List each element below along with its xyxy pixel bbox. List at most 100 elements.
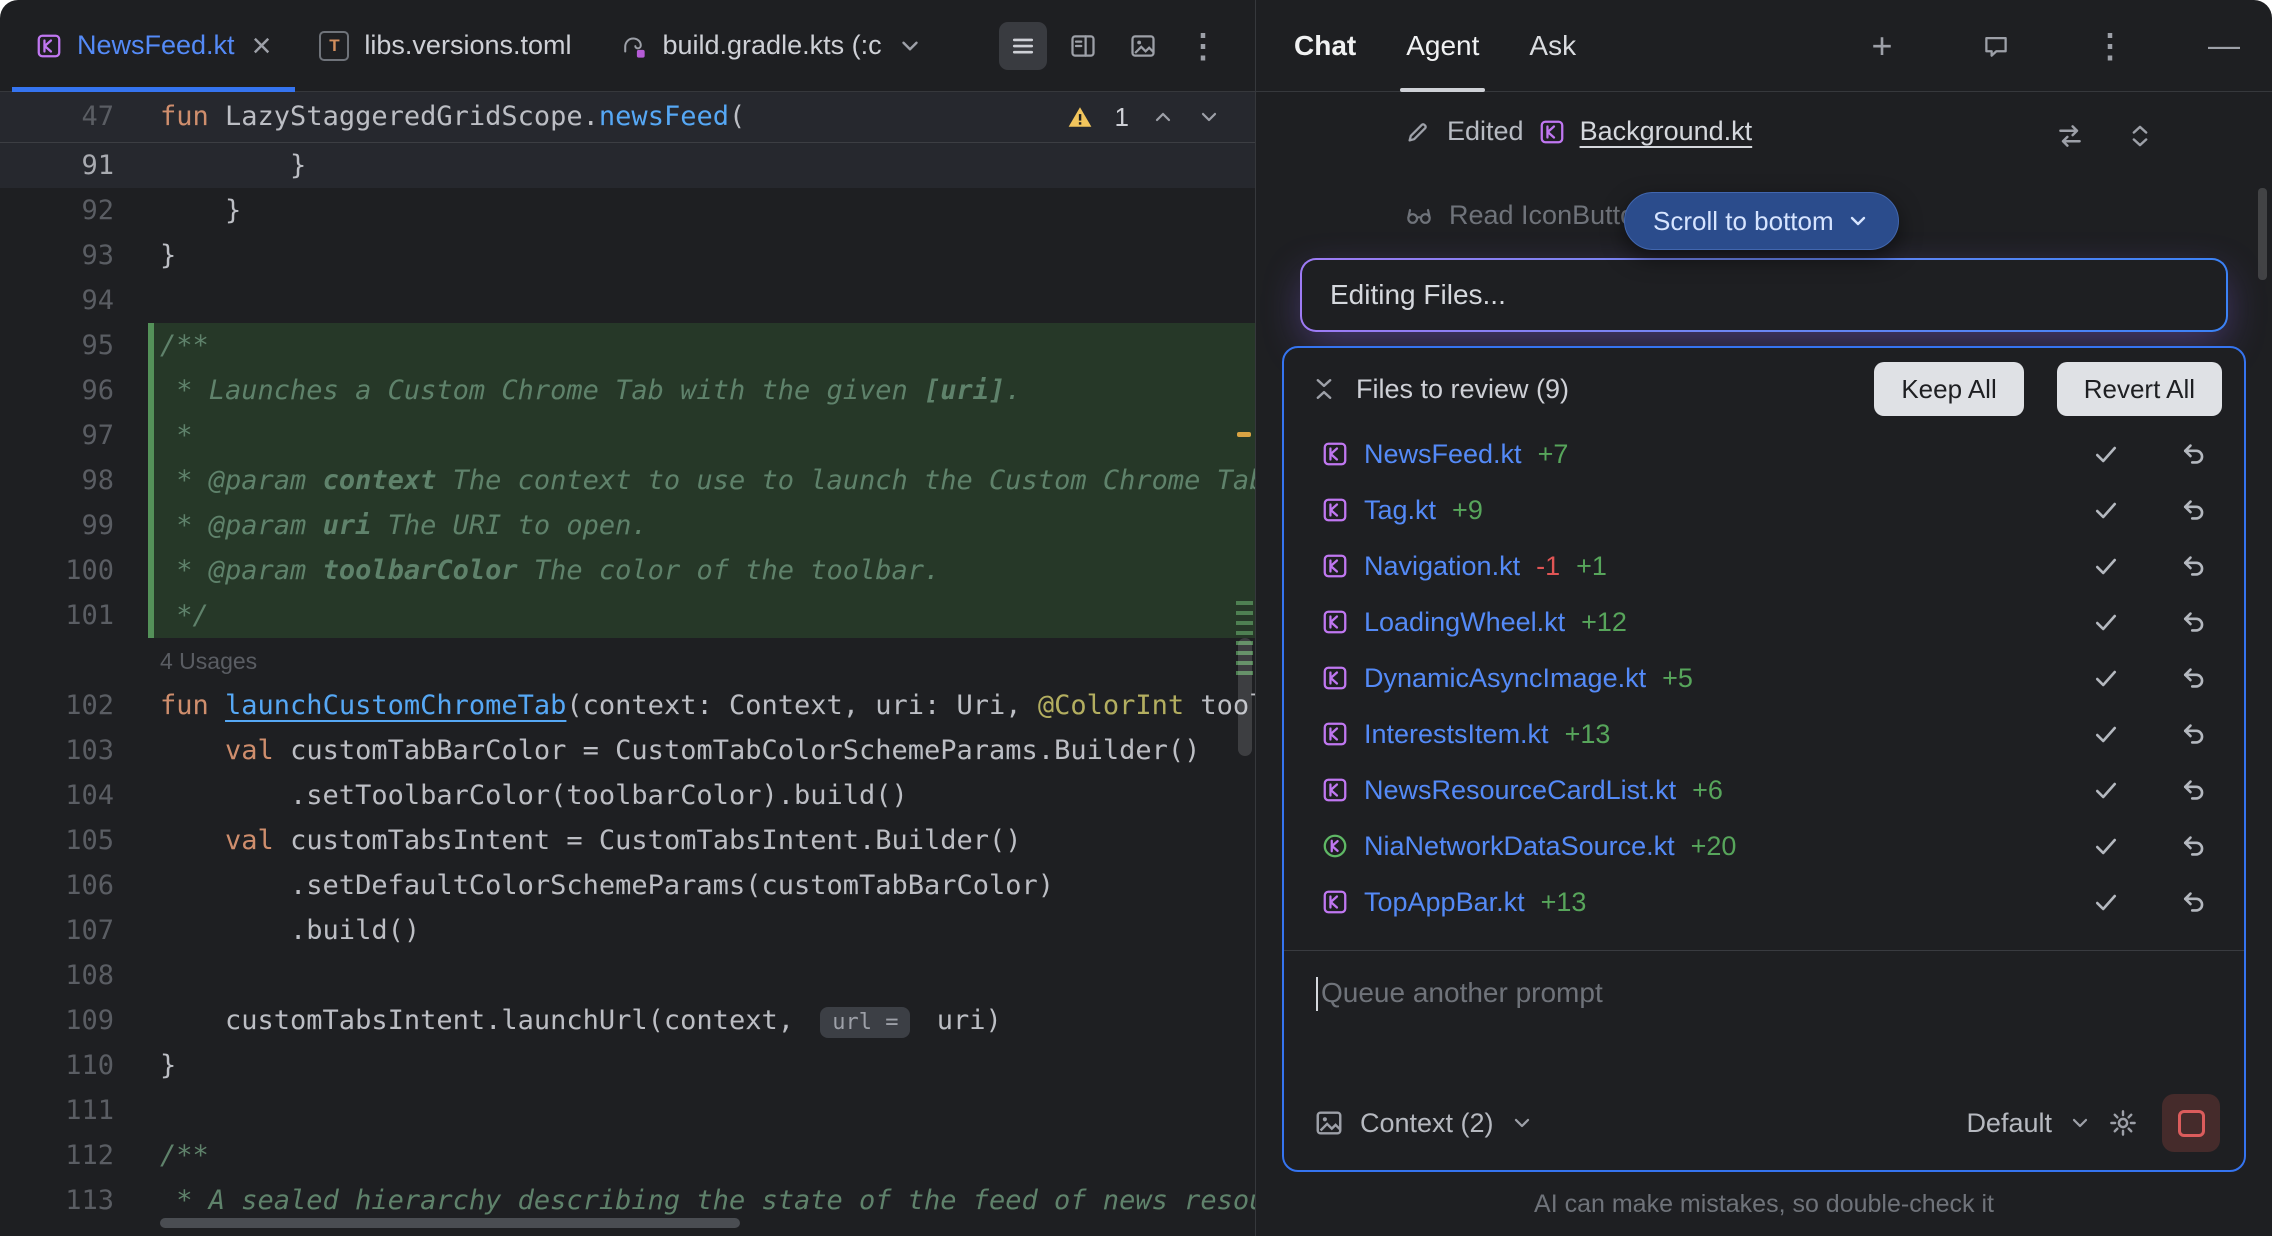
- collapse-icon[interactable]: [1310, 375, 1338, 403]
- keep-change-button[interactable]: [2092, 496, 2120, 524]
- code-text[interactable]: }: [154, 188, 1255, 233]
- line-number[interactable]: 107: [0, 908, 148, 953]
- line-number[interactable]: 94: [0, 278, 148, 323]
- file-review-row[interactable]: Tag.kt+9: [1284, 482, 2244, 538]
- code-text[interactable]: [154, 278, 1255, 323]
- file-review-row[interactable]: InterestsItem.kt+13: [1284, 706, 2244, 762]
- list-view-icon[interactable]: [999, 22, 1047, 70]
- code-line[interactable]: 91 }: [0, 143, 1255, 188]
- editor-tab-libs-versions[interactable]: T libs.versions.toml: [295, 0, 595, 91]
- code-text[interactable]: .build(): [154, 908, 1255, 953]
- code-text[interactable]: *: [154, 413, 1255, 458]
- next-problem-icon[interactable]: [1197, 105, 1221, 129]
- editor-tab-build-gradle[interactable]: build.gradle.kts (:c: [595, 0, 946, 91]
- image-attach-icon[interactable]: [1119, 22, 1167, 70]
- keep-change-button[interactable]: [2092, 664, 2120, 692]
- file-link[interactable]: NewsFeed.kt: [1364, 439, 1522, 470]
- new-chat-icon[interactable]: +: [1858, 22, 1906, 70]
- file-link[interactable]: Tag.kt: [1364, 495, 1436, 526]
- chevron-down-icon[interactable]: [897, 33, 923, 59]
- line-number[interactable]: 97: [0, 413, 148, 458]
- tab-ask[interactable]: Ask: [1529, 0, 1576, 91]
- code-line[interactable]: 105 val customTabsIntent = CustomTabsInt…: [0, 818, 1255, 863]
- revert-change-button[interactable]: [2180, 608, 2208, 636]
- line-number[interactable]: [0, 638, 148, 683]
- code-text[interactable]: * @param context The context to use to l…: [154, 458, 1255, 503]
- gear-icon[interactable]: [2108, 1108, 2138, 1138]
- code-line[interactable]: 113 * A sealed hierarchy describing the …: [0, 1178, 1255, 1223]
- code-line[interactable]: 107 .build(): [0, 908, 1255, 953]
- code-line[interactable]: 103 val customTabBarColor = CustomTabCol…: [0, 728, 1255, 773]
- code-text[interactable]: }: [154, 1043, 1255, 1088]
- code-line[interactable]: 92 }: [0, 188, 1255, 233]
- line-number[interactable]: 112: [0, 1133, 148, 1178]
- horizontal-scrollbar[interactable]: [148, 1218, 1225, 1230]
- code-line[interactable]: 96 * Launches a Custom Chrome Tab with t…: [0, 368, 1255, 413]
- file-review-row[interactable]: TopAppBar.kt+13: [1284, 874, 2244, 930]
- file-review-row[interactable]: LoadingWheel.kt+12: [1284, 594, 2244, 650]
- revert-change-button[interactable]: [2180, 664, 2208, 692]
- line-number[interactable]: 110: [0, 1043, 148, 1088]
- chevron-down-icon[interactable]: [2068, 1111, 2092, 1135]
- code-text[interactable]: 4 Usages: [154, 638, 1255, 683]
- code-line[interactable]: 112/**: [0, 1133, 1255, 1178]
- code-line[interactable]: 98 * @param context The context to use t…: [0, 458, 1255, 503]
- file-review-row[interactable]: DynamicAsyncImage.kt+5: [1284, 650, 2244, 706]
- code-line[interactable]: 97 *: [0, 413, 1255, 458]
- close-icon[interactable]: ×: [252, 29, 272, 63]
- code-text[interactable]: }: [154, 143, 1255, 188]
- file-link[interactable]: InterestsItem.kt: [1364, 719, 1549, 750]
- line-number[interactable]: 105: [0, 818, 148, 863]
- chevron-down-icon[interactable]: [1510, 1111, 1534, 1135]
- revert-change-button[interactable]: [2180, 720, 2208, 748]
- revert-change-button[interactable]: [2180, 552, 2208, 580]
- more-options-icon[interactable]: ⋮: [1179, 22, 1227, 70]
- line-number[interactable]: 98: [0, 458, 148, 503]
- line-number[interactable]: 92: [0, 188, 148, 233]
- file-link[interactable]: TopAppBar.kt: [1364, 887, 1525, 918]
- panel-scrollbar[interactable]: [2258, 188, 2267, 280]
- revert-change-button[interactable]: [2180, 440, 2208, 468]
- vscroll-thumb[interactable]: [1238, 638, 1252, 756]
- keep-change-button[interactable]: [2092, 888, 2120, 916]
- revert-all-button[interactable]: Revert All: [2057, 362, 2222, 416]
- keep-change-button[interactable]: [2092, 832, 2120, 860]
- keep-change-button[interactable]: [2092, 720, 2120, 748]
- line-number[interactable]: 91: [0, 143, 148, 188]
- code-line[interactable]: 109 customTabsIntent.launchUrl(context, …: [0, 998, 1255, 1043]
- stop-button[interactable]: [2162, 1094, 2220, 1152]
- line-number[interactable]: 102: [0, 683, 148, 728]
- open-diff-icon[interactable]: [2056, 122, 2084, 150]
- code-text[interactable]: * A sealed hierarchy describing the stat…: [154, 1178, 1255, 1223]
- revert-change-button[interactable]: [2180, 832, 2208, 860]
- code-line[interactable]: 94: [0, 278, 1255, 323]
- keep-change-button[interactable]: [2092, 608, 2120, 636]
- code-text[interactable]: fun launchCustomChromeTab(context: Conte…: [154, 683, 1255, 728]
- code-text[interactable]: customTabsIntent.launchUrl(context, url …: [154, 998, 1255, 1043]
- code-line[interactable]: 106 .setDefaultColorSchemeParams(customT…: [0, 863, 1255, 908]
- line-number[interactable]: 99: [0, 503, 148, 548]
- tab-chat[interactable]: Chat: [1294, 0, 1356, 91]
- file-link[interactable]: NewsResourceCardList.kt: [1364, 775, 1676, 806]
- line-number[interactable]: 93: [0, 233, 148, 278]
- code-text[interactable]: val customTabBarColor = CustomTabColorSc…: [154, 728, 1255, 773]
- scroll-to-bottom-button[interactable]: Scroll to bottom: [1624, 192, 1899, 250]
- code-line[interactable]: 108: [0, 953, 1255, 998]
- file-link[interactable]: DynamicAsyncImage.kt: [1364, 663, 1646, 694]
- edited-file-row[interactable]: Edited Background.kt: [1404, 116, 1752, 147]
- revert-change-button[interactable]: [2180, 776, 2208, 804]
- file-link[interactable]: LoadingWheel.kt: [1364, 607, 1565, 638]
- code-text[interactable]: * @param toolbarColor The color of the t…: [154, 548, 1255, 593]
- keep-change-button[interactable]: [2092, 552, 2120, 580]
- attach-image-icon[interactable]: [1314, 1108, 1344, 1138]
- line-number[interactable]: 113: [0, 1178, 148, 1223]
- line-number[interactable]: 109: [0, 998, 148, 1043]
- keep-all-button[interactable]: Keep All: [1874, 362, 2023, 416]
- error-stripe[interactable]: [1233, 142, 1255, 1236]
- hscroll-thumb[interactable]: [160, 1218, 740, 1228]
- code-line[interactable]: 95/**: [0, 323, 1255, 368]
- prev-problem-icon[interactable]: [1151, 105, 1175, 129]
- code-line[interactable]: 100 * @param toolbarColor The color of t…: [0, 548, 1255, 593]
- editor-tab-newsfeed[interactable]: NewsFeed.kt ×: [12, 0, 295, 91]
- sticky-declaration-line[interactable]: 47 fun LazyStaggeredGridScope.newsFeed( …: [0, 92, 1255, 143]
